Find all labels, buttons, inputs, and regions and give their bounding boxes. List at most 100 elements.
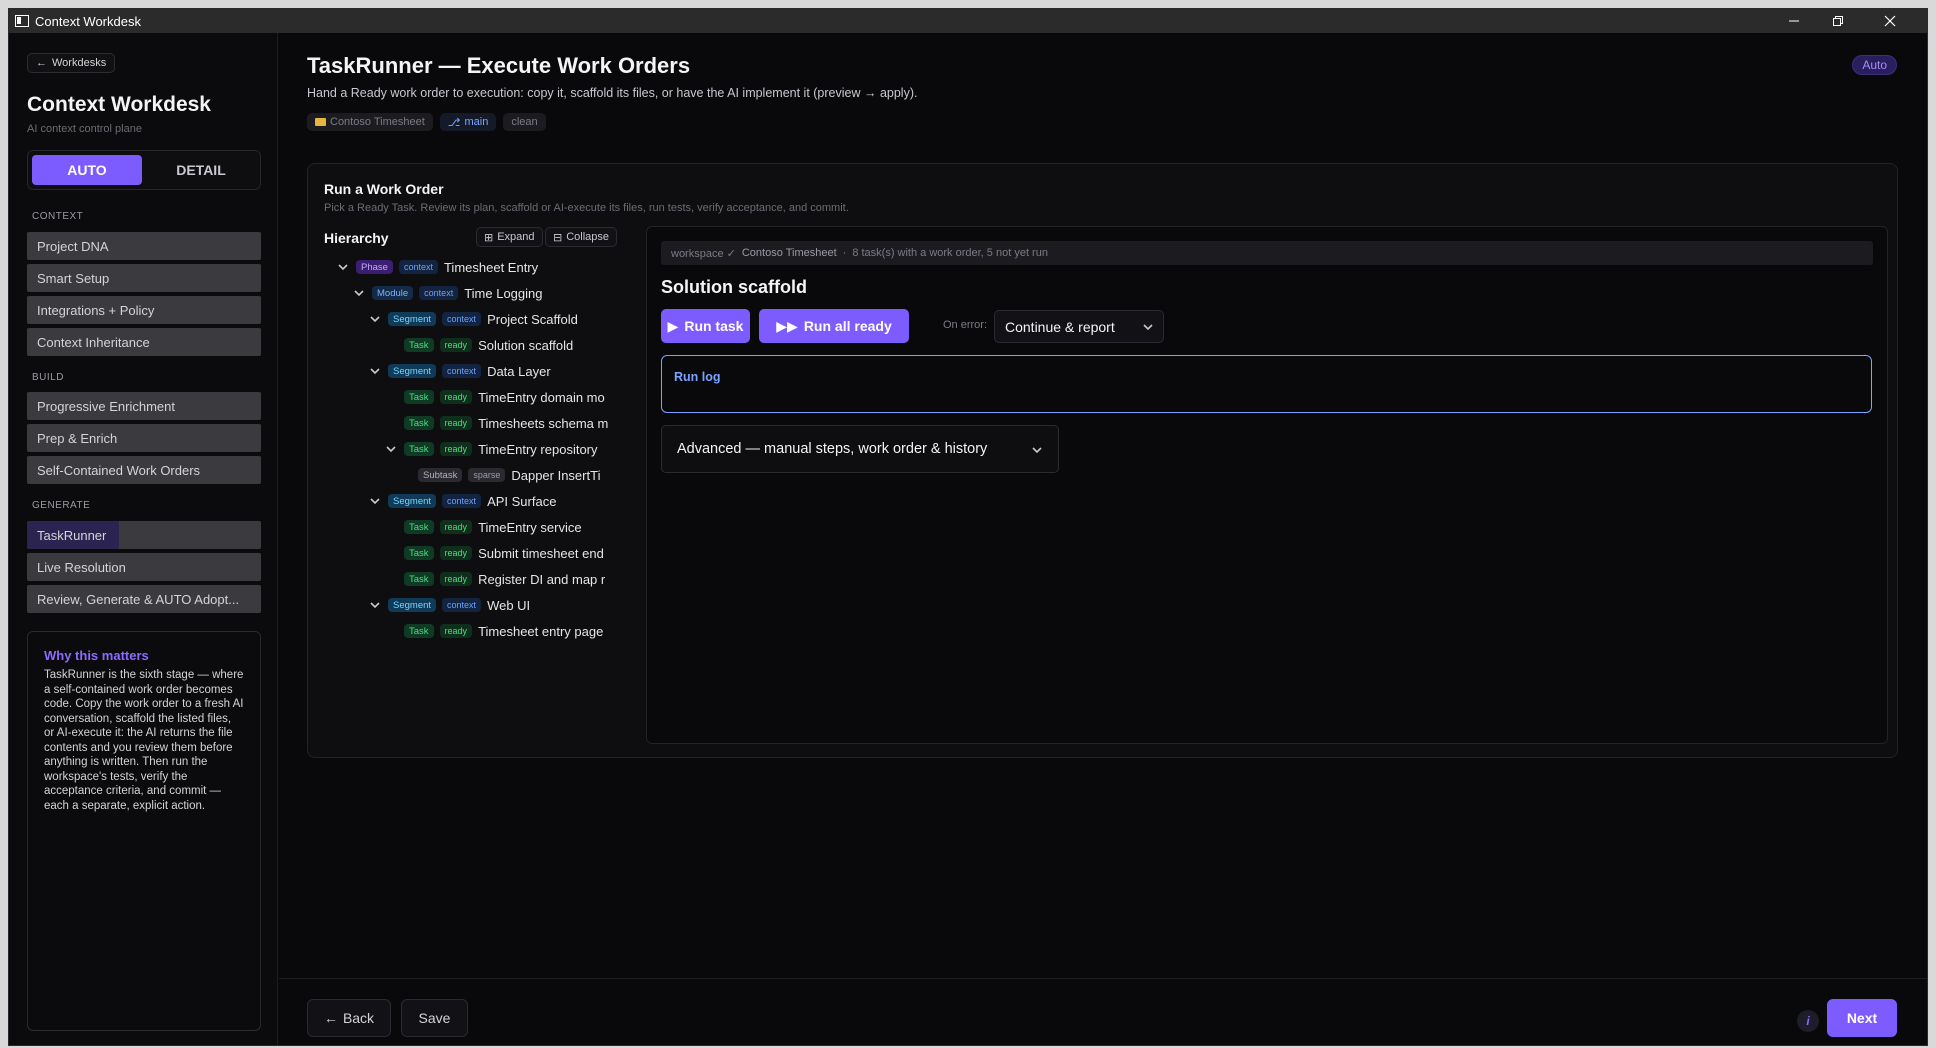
chevron-down-icon[interactable] bbox=[368, 598, 382, 612]
tree-node[interactable]: Task ready Solution scaffold bbox=[384, 334, 573, 356]
context-chips: Contoso Timesheet ⎇ main clean bbox=[307, 113, 546, 131]
node-type-badge: Module bbox=[372, 286, 414, 300]
node-label: Project Scaffold bbox=[487, 311, 578, 327]
save-label: Save bbox=[418, 1010, 451, 1026]
tree-node[interactable]: Phase context Timesheet Entry bbox=[336, 256, 538, 278]
expand-icon: ⊞ bbox=[484, 231, 494, 244]
chevron-down-icon[interactable] bbox=[368, 364, 382, 378]
tree-node[interactable]: Task ready Submit timesheet end bbox=[384, 542, 604, 564]
arrow-left-icon: ← bbox=[36, 57, 47, 69]
hierarchy-title: Hierarchy bbox=[324, 230, 389, 246]
sidebar-item-integrations-policy[interactable]: Integrations + Policy bbox=[27, 296, 261, 324]
page-description: Hand a Ready work order to execution: co… bbox=[307, 86, 918, 100]
sidebar-item-review-generate[interactable]: Review, Generate & AUTO Adopt... bbox=[27, 585, 261, 613]
on-error-label: On error: bbox=[943, 319, 988, 331]
sidebar-item-prep-enrich[interactable]: Prep & Enrich bbox=[27, 424, 261, 452]
arrow-left-icon: ← bbox=[323, 1010, 338, 1026]
section-label-generate: GENERATE bbox=[32, 500, 91, 511]
sidebar-item-project-dna[interactable]: Project DNA bbox=[27, 232, 261, 260]
node-label: Web UI bbox=[487, 597, 531, 613]
run-task-button[interactable]: ▶ Run task bbox=[661, 309, 750, 343]
chevron-down-icon[interactable] bbox=[336, 260, 350, 274]
sidebar-item-live-resolution[interactable]: Live Resolution bbox=[27, 553, 261, 581]
advanced-section-toggle[interactable]: Advanced — manual steps, work order & hi… bbox=[661, 425, 1059, 473]
sidebar-item-taskrunner[interactable]: TaskRunner bbox=[27, 521, 261, 549]
run-log: Run log bbox=[661, 355, 1872, 413]
node-type-badge: Segment bbox=[388, 494, 437, 508]
sidebar-title: Context Workdesk bbox=[27, 93, 211, 116]
restore-button[interactable] bbox=[1815, 9, 1861, 33]
minimize-icon bbox=[1789, 20, 1799, 22]
chevron-down-icon[interactable] bbox=[368, 494, 382, 508]
tree-node[interactable]: Task ready TimeEntry repository bbox=[384, 438, 598, 460]
node-status-badge: ready bbox=[439, 572, 473, 586]
sidebar-item-label: TaskRunner bbox=[37, 527, 107, 543]
minimize-button[interactable] bbox=[1771, 9, 1817, 33]
workdesks-back-button[interactable]: ← Workdesks bbox=[27, 53, 116, 73]
back-button[interactable]: ← Back bbox=[307, 999, 391, 1037]
run-task-label: Run task bbox=[684, 318, 744, 334]
tree-node[interactable]: Segment context Web UI bbox=[368, 594, 530, 616]
branch-icon: ⎇ bbox=[447, 116, 461, 129]
sidebar-item-context-inheritance[interactable]: Context Inheritance bbox=[27, 328, 261, 356]
sidebar-item-work-orders[interactable]: Self-Contained Work Orders bbox=[27, 456, 261, 484]
node-type-badge: Segment bbox=[388, 364, 437, 378]
run-log-label: Run log bbox=[674, 370, 721, 384]
tree-node[interactable]: Task ready Register DI and map r bbox=[384, 568, 605, 590]
save-button[interactable]: Save bbox=[401, 999, 468, 1037]
expand-button[interactable]: ⊞ Expand bbox=[476, 227, 543, 247]
node-status-badge: ready bbox=[439, 390, 473, 404]
run-work-order-panel: Run a Work Order Pick a Ready Task. Revi… bbox=[307, 163, 1898, 758]
why-text: TaskRunner is the sixth stage — where a … bbox=[44, 669, 244, 812]
sidebar-item-label: Prep & Enrich bbox=[37, 430, 118, 446]
tree-node[interactable]: Module context Time Logging bbox=[352, 282, 543, 304]
run-all-ready-button[interactable]: ▶▶ Run all ready bbox=[759, 309, 909, 343]
node-type-badge: Task bbox=[404, 416, 434, 430]
tree-node[interactable]: Segment context Data Layer bbox=[368, 360, 551, 382]
tree-node[interactable]: Segment context API Surface bbox=[368, 490, 556, 512]
close-button[interactable] bbox=[1867, 9, 1913, 33]
collapse-icon: ⊟ bbox=[553, 231, 563, 244]
app-window: Context Workdesk ← Workdesks Context Wor… bbox=[8, 8, 1928, 1046]
tree-node[interactable]: Task ready TimeEntry service bbox=[384, 516, 582, 538]
tree-node[interactable]: Task ready TimeEntry domain mo bbox=[384, 386, 605, 408]
branch-chip: ⎇ main bbox=[439, 113, 497, 131]
tree-node[interactable]: Subtask sparse Dapper InsertTi bbox=[398, 464, 600, 486]
section-label-context: CONTEXT bbox=[32, 211, 84, 222]
tree-node[interactable]: Task ready Timesheets schema m bbox=[384, 412, 608, 434]
workdesks-back-label: Workdesks bbox=[52, 57, 107, 69]
node-status-badge: context bbox=[442, 364, 482, 378]
sidebar-item-progressive-enrichment[interactable]: Progressive Enrichment bbox=[27, 392, 261, 420]
project-chip-label: Contoso Timesheet bbox=[330, 116, 425, 128]
page-title: TaskRunner — Execute Work Orders bbox=[307, 53, 691, 78]
status-chip: clean bbox=[503, 113, 546, 131]
on-error-select[interactable]: Continue & report bbox=[994, 310, 1164, 343]
chevron-down-icon[interactable] bbox=[384, 442, 398, 456]
sidebar-item-smart-setup[interactable]: Smart Setup bbox=[27, 264, 261, 292]
play-icon: ▶ bbox=[667, 317, 679, 334]
collapse-button[interactable]: ⊟ Collapse bbox=[545, 227, 618, 247]
advanced-label: Advanced — manual steps, work order & hi… bbox=[677, 441, 988, 457]
tree-node[interactable]: Task ready Timesheet entry page bbox=[384, 620, 603, 642]
why-title: Why this matters bbox=[44, 648, 149, 663]
node-type-badge: Task bbox=[404, 624, 434, 638]
node-status-badge: ready bbox=[439, 520, 473, 534]
fast-forward-icon: ▶▶ bbox=[776, 317, 798, 334]
hierarchy-tree: Phase context Timesheet Entry Module context… bbox=[308, 256, 628, 736]
chevron-down-icon[interactable] bbox=[352, 286, 366, 300]
sidebar-subtitle: AI context control plane bbox=[27, 123, 142, 135]
mode-auto-button[interactable]: AUTO bbox=[32, 155, 142, 185]
info-button[interactable]: i bbox=[1797, 1010, 1819, 1032]
tree-node[interactable]: Segment context Project Scaffold bbox=[368, 308, 578, 330]
node-label: Submit timesheet end bbox=[478, 545, 604, 561]
node-type-badge: Task bbox=[404, 442, 434, 456]
chevron-down-icon[interactable] bbox=[368, 312, 382, 326]
node-label: TimeEntry domain mo bbox=[478, 389, 605, 405]
node-label: Timesheets schema m bbox=[478, 415, 609, 431]
run-all-label: Run all ready bbox=[803, 318, 892, 334]
next-button[interactable]: Next bbox=[1827, 999, 1897, 1037]
mode-detail-button[interactable]: DETAIL bbox=[146, 155, 256, 185]
chevron-down-icon bbox=[1141, 320, 1155, 334]
